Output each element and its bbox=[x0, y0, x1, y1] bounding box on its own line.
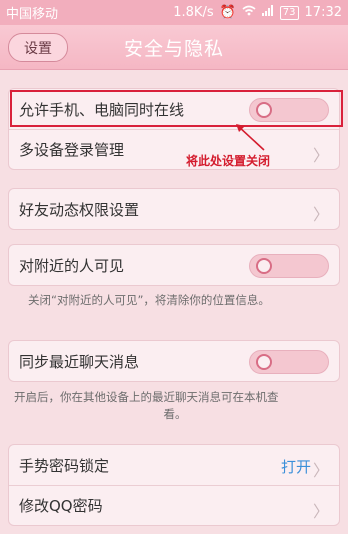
alarm-icon: ⏰ bbox=[219, 5, 236, 20]
device-login-management-label: 多设备登录管理 bbox=[19, 141, 125, 159]
change-qq-password-label: 修改QQ密码 bbox=[19, 497, 103, 515]
device-login-management-row[interactable]: 多设备登录管理 〉 bbox=[9, 129, 339, 169]
change-qq-password-row[interactable]: 修改QQ密码 〉 bbox=[9, 485, 339, 525]
status-bar: 中国移动 1.8K/s ⏰ 73 17:32 bbox=[0, 0, 348, 25]
network-speed: 1.8K/s bbox=[173, 5, 214, 20]
settings-group-password: 手势密码锁定 打开 〉 修改QQ密码 〉 bbox=[8, 444, 340, 526]
chevron-right-icon: 〉 bbox=[312, 146, 329, 165]
settings-group-sync: 同步最近聊天消息 bbox=[8, 340, 340, 382]
sync-hint-line2: 看。 bbox=[163, 407, 187, 421]
chevron-right-icon: 〉 bbox=[312, 205, 329, 224]
page-title: 安全与隐私 bbox=[123, 38, 224, 60]
nearby-hint: 关闭“对附近的人可见”，将清除你的位置信息。 bbox=[28, 293, 270, 307]
settings-group-feed: 好友动态权限设置 〉 bbox=[8, 188, 340, 230]
sync-hint: 开启后，你在其他设备上的最近聊天消息可在本机查 看。 bbox=[14, 389, 336, 423]
sync-hint-line1: 开启后，你在其他设备上的最近聊天消息可在本机查 bbox=[14, 390, 279, 404]
toggle-knob bbox=[256, 258, 272, 274]
toggle-knob bbox=[256, 102, 272, 118]
carrier-label: 中国移动 bbox=[6, 7, 59, 22]
gesture-lock-label: 手势密码锁定 bbox=[19, 456, 110, 475]
annotation-arrow-icon bbox=[236, 124, 265, 151]
title-bar: 设置 安全与隐私 bbox=[0, 25, 348, 70]
toggle-knob bbox=[256, 354, 272, 370]
allow-multi-online-row[interactable]: 允许手机、电脑同时在线 bbox=[9, 89, 339, 129]
friend-feed-permission-label: 好友动态权限设置 bbox=[19, 200, 140, 219]
visible-to-nearby-toggle[interactable] bbox=[249, 254, 329, 278]
gesture-lock-row[interactable]: 手势密码锁定 打开 〉 bbox=[9, 445, 339, 485]
sync-recent-chats-toggle[interactable] bbox=[249, 350, 329, 374]
clock: 17:32 bbox=[304, 5, 342, 20]
visible-to-nearby-label: 对附近的人可见 bbox=[19, 256, 125, 275]
settings-group-nearby: 对附近的人可见 bbox=[8, 244, 340, 286]
signal-icon bbox=[261, 5, 274, 20]
friend-feed-permission-row[interactable]: 好友动态权限设置 〉 bbox=[9, 189, 339, 229]
battery-icon: 73 bbox=[279, 5, 299, 20]
sync-recent-chats-row[interactable]: 同步最近聊天消息 bbox=[9, 341, 339, 381]
gesture-lock-status: 打开 bbox=[280, 458, 311, 476]
allow-multi-online-label: 允许手机、电脑同时在线 bbox=[19, 100, 185, 119]
chevron-right-icon: 〉 bbox=[312, 461, 329, 480]
settings-group-online: 允许手机、电脑同时在线 多设备登录管理 〉 bbox=[8, 88, 340, 170]
annotation-text: 将此处设置关闭 bbox=[186, 154, 271, 168]
chevron-right-icon: 〉 bbox=[312, 502, 329, 521]
sync-recent-chats-label: 同步最近聊天消息 bbox=[19, 352, 140, 371]
wifi-icon bbox=[242, 5, 256, 20]
visible-to-nearby-row[interactable]: 对附近的人可见 bbox=[9, 245, 339, 285]
